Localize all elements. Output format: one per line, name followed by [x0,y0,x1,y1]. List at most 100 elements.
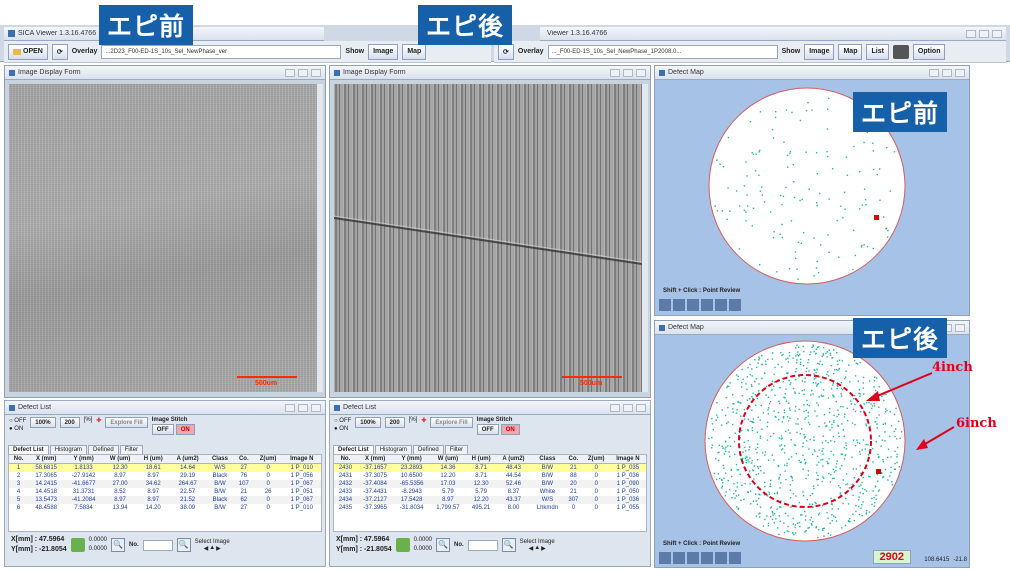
arrow-left-icon[interactable]: ◀ [529,545,534,552]
column-header[interactable]: No. [334,455,357,464]
camera-icon[interactable] [892,44,909,59]
minimize-icon[interactable] [285,403,295,412]
table-row[interactable]: 2 17.3065 -27.9142 8.97 8.97 29.19 Black 76 0 1 P… [9,472,321,480]
table-row[interactable]: 6 48.4588 7.5834 13.94 14.20 38.09 B/W 27 0 1 P_0… [9,504,321,512]
image-button-right[interactable]: Image [804,43,835,60]
layers-icon[interactable] [701,299,713,311]
column-header[interactable]: Class [530,455,565,464]
grid-icon[interactable] [687,552,699,564]
list-button-right[interactable]: List [866,43,889,60]
stitch-on-button[interactable]: ON [175,424,195,435]
column-header[interactable]: H (um) [137,455,170,464]
go-arrow-icon[interactable] [70,538,85,552]
column-header[interactable]: Image N [282,455,321,464]
zoom-100-button[interactable]: 100% [30,417,56,428]
option-button[interactable]: Option [912,43,946,60]
maximize-icon[interactable] [298,68,308,77]
tab-defined[interactable]: Defined [88,445,119,454]
zoom-icon[interactable] [673,552,685,564]
settings-icon[interactable] [729,299,741,311]
magnifier-icon[interactable]: 🔍 [176,538,191,552]
magnifier-icon[interactable]: 🔍 [111,538,125,552]
wafer-image-after[interactable]: 500um [334,84,642,392]
table-row[interactable]: 4 14.4518 31.3731 8.52 8.97 22.57 B/W 21 26 1 P_0… [9,488,321,496]
close-icon[interactable] [955,68,965,77]
stitch-off-button[interactable]: OFF [151,424,174,435]
plus-icon[interactable]: ✚ [421,417,426,424]
close-icon[interactable] [636,68,646,77]
close-icon[interactable] [992,29,1002,38]
open-button[interactable]: OPEN [8,43,48,60]
refresh-button-right[interactable]: ⟳ [498,43,514,60]
zoom-icon[interactable] [673,299,685,311]
map-button-left[interactable]: Map [402,43,427,60]
layers-icon[interactable] [701,552,713,564]
tab-histogram-right[interactable]: Histogram [374,445,413,454]
distance-on-radio[interactable]: ● ON [9,425,26,433]
stitch-on-button-right[interactable]: ON [500,424,520,435]
table-row[interactable]: 1 58.6815 1.8133 12.30 18.61 14.64 W/S 27 0 1 P_0… [9,463,321,472]
table-row[interactable]: 2434 -37.2127 17.5428 8.97 12.20 43.37 W/S 307 0… [334,496,646,504]
arrow-right-icon[interactable]: ▶ [216,545,221,552]
maximize-icon[interactable] [623,68,633,77]
table-row[interactable]: 5 13.5473 -41.2084 8.97 8.97 21.52 Black 62 0 1 P… [9,496,321,504]
arrow-up-icon[interactable]: ▲ [534,545,540,552]
no-input-left[interactable] [142,539,173,551]
column-header[interactable]: Class [205,455,234,464]
distance-on-radio-right[interactable]: ● ON [334,425,351,433]
magnifier-icon[interactable]: 🔍 [436,538,450,552]
minimize-icon[interactable] [610,68,620,77]
tab-filter-right[interactable]: Filter [444,445,469,454]
minimize-icon[interactable] [610,403,620,412]
zoom-100-button-right[interactable]: 100% [355,417,381,428]
grid-icon[interactable] [687,299,699,311]
maximize-icon[interactable] [298,403,308,412]
close-icon[interactable] [311,403,321,412]
distance-off-radio-right[interactable]: ○ OFF [334,417,351,425]
refresh-button[interactable]: ⟳ [51,43,68,60]
column-header[interactable]: H (um) [465,455,497,464]
maximize-icon[interactable] [942,68,952,77]
vertical-scrollbar-left[interactable] [317,84,323,392]
explore-fill-button[interactable]: Explore Fill [105,417,148,428]
column-header[interactable]: Z(um) [582,455,610,464]
tab-histogram[interactable]: Histogram [49,445,88,454]
column-header[interactable]: W (um) [103,455,138,464]
wafer-image-before[interactable]: 500um [9,84,317,392]
image-button-left[interactable]: Image [368,43,399,60]
minimize-icon[interactable] [285,68,295,77]
vertical-scrollbar-right[interactable] [642,84,648,392]
explore-fill-button-right[interactable]: Explore Fill [430,417,473,428]
path-field-left[interactable]: ...2D23_F00-ED-1S_10s_Sel_NewPhase_ver [101,44,342,59]
column-header[interactable]: Image N [609,455,646,464]
settings-icon[interactable] [729,552,741,564]
minimize-icon[interactable] [966,29,976,38]
tab-defect-list[interactable]: Defect List [8,445,49,454]
distance-off-radio[interactable]: ○ OFF [9,417,26,425]
table-row[interactable]: 3 14.2415 -41.6677 27.00 34.62 264.67 B/W 107 0 1… [9,480,321,488]
table-row[interactable]: 2433 -37.4431 -8.2943 5.79 5.79 8.37 White 21 0 1… [334,488,646,496]
tab-defined-right[interactable]: Defined [413,445,444,454]
table-row[interactable]: 2430 -37.1657 23.2893 14.36 8.71 48.43 B/W 21 0 1… [334,463,646,472]
column-header[interactable]: X (mm) [356,455,394,464]
fit-icon[interactable] [659,552,671,564]
close-icon[interactable] [955,323,965,332]
column-header[interactable]: Co. [233,455,254,464]
tab-filter[interactable]: Filter [119,445,144,454]
export-icon[interactable] [715,299,727,311]
arrow-up-icon[interactable]: ▲ [209,545,215,552]
go-arrow-icon[interactable] [395,538,410,552]
magnifier-icon[interactable]: 🔍 [501,538,516,552]
column-header[interactable]: Y (mm) [393,455,430,464]
plus-icon[interactable]: ✚ [96,417,101,424]
column-header[interactable]: Z(um) [253,455,283,464]
column-header[interactable]: Co. [564,455,583,464]
export-icon[interactable] [715,552,727,564]
path-field-right[interactable]: ..._F00-ED-1S_10s_Sel_NewPhase_1P2008.0.… [547,44,778,59]
minimize-icon[interactable] [929,68,939,77]
arrow-left-icon[interactable]: ◀ [204,545,209,552]
fit-icon[interactable] [659,299,671,311]
close-icon[interactable] [311,68,321,77]
column-header[interactable]: A (um2) [496,455,531,464]
column-header[interactable]: A (um2) [169,455,206,464]
